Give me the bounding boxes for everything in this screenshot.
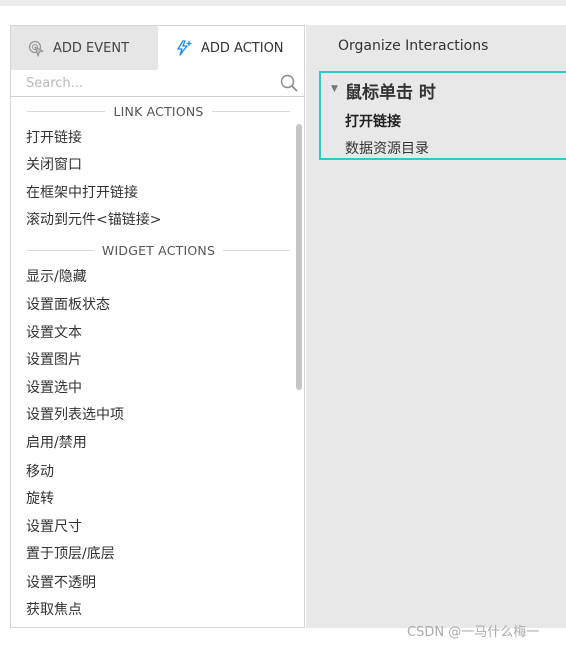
list-item-enable-disable[interactable]: 启用/禁用 — [26, 432, 87, 454]
list-item-set-size[interactable]: 设置尺寸 — [26, 516, 82, 538]
top-strip — [0, 0, 566, 6]
scrollbar[interactable] — [296, 98, 304, 627]
tab-add-action-label: ADD ACTION — [201, 40, 284, 56]
watermark: CSDN @一马什么梅一 — [407, 625, 540, 640]
list-item-show-hide[interactable]: 显示/隐藏 — [26, 266, 87, 288]
search-input[interactable] — [11, 70, 271, 96]
organize-title: Organize Interactions — [338, 38, 489, 54]
list-item-set-opacity[interactable]: 设置不透明 — [26, 572, 96, 594]
list-item-focus[interactable]: 获取焦点 — [26, 599, 82, 621]
list-item-move[interactable]: 移动 — [26, 461, 54, 483]
tab-add-event[interactable]: ADD EVENT — [11, 26, 158, 70]
tab-add-event-label: ADD EVENT — [53, 40, 130, 56]
interaction-case[interactable]: ▼ 鼠标单击 时 打开链接 数据资源目录 — [319, 71, 566, 160]
list-item-set-image[interactable]: 设置图片 — [26, 349, 82, 371]
section-title-widget-actions: WIDGET ACTIONS — [101, 242, 216, 258]
action-list: LINK ACTIONS 打开链接 关闭窗口 在框架中打开链接 滚动到元件<锚链… — [11, 98, 294, 627]
add-event-icon — [27, 39, 45, 57]
tab-add-action[interactable]: ADD ACTION — [158, 26, 304, 70]
scrollbar-thumb[interactable] — [296, 124, 302, 390]
add-action-icon — [175, 39, 193, 57]
search-bar — [11, 70, 304, 97]
list-item-rotate[interactable]: 旋转 — [26, 488, 54, 510]
tab-bar: ADD EVENT ADD ACTION — [11, 26, 304, 70]
action-label[interactable]: 打开链接 — [345, 111, 401, 131]
list-item-set-text[interactable]: 设置文本 — [26, 322, 82, 344]
collapse-caret-icon[interactable]: ▼ — [331, 84, 338, 94]
organize-interactions-panel: Organize Interactions ▼ 鼠标单击 时 打开链接 数据资源… — [306, 25, 566, 628]
list-item-open-link-in-frame[interactable]: 在框架中打开链接 — [26, 182, 138, 204]
section-header-widget-actions: WIDGET ACTIONS — [11, 239, 294, 261]
list-item-open-link[interactable]: 打开链接 — [26, 127, 82, 149]
list-item-close-window[interactable]: 关闭窗口 — [26, 154, 82, 176]
list-item-set-list-selected[interactable]: 设置列表选中项 — [26, 404, 124, 426]
list-item-set-selected[interactable]: 设置选中 — [26, 377, 82, 399]
section-header-link-actions: LINK ACTIONS — [11, 100, 294, 122]
list-item-bring-to-front-back[interactable]: 置于顶层/底层 — [26, 543, 115, 565]
action-target[interactable]: 数据资源目录 — [345, 138, 429, 158]
list-item-set-panel-state[interactable]: 设置面板状态 — [26, 294, 110, 316]
search-icon[interactable] — [279, 73, 299, 93]
event-label[interactable]: 鼠标单击 时 — [345, 78, 436, 103]
action-picker-panel: ADD EVENT ADD ACTION LINK ACTIONS — [10, 25, 305, 628]
section-title-link-actions: LINK ACTIONS — [113, 103, 204, 119]
list-item-scroll-to-widget[interactable]: 滚动到元件<锚链接> — [26, 209, 161, 231]
